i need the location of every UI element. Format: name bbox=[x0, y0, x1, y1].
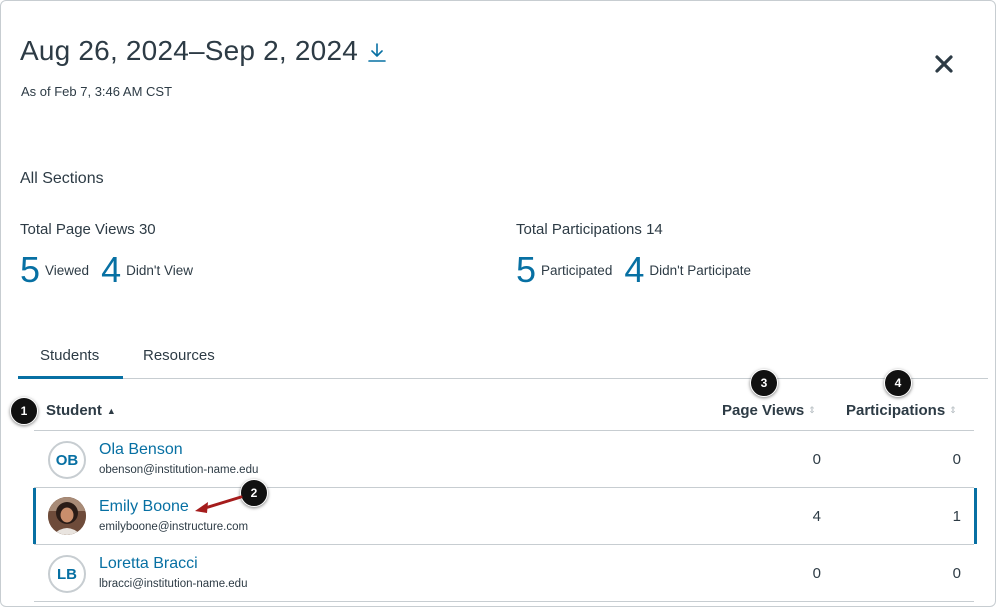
page-views-value: 0 bbox=[812, 565, 821, 582]
viewed-label: Viewed bbox=[45, 262, 90, 278]
page-views-header-label: Page Views bbox=[722, 402, 805, 419]
participated-count: 5 bbox=[516, 249, 537, 290]
table-row[interactable]: Emily Boone emilyboone@instructure.com 4… bbox=[33, 488, 977, 544]
participations-value: 0 bbox=[952, 565, 961, 582]
not-viewed-count: 4 bbox=[101, 249, 122, 290]
student-name-link[interactable]: Loretta Bracci bbox=[99, 555, 198, 573]
student-email: lbracci@institution-name.edu bbox=[99, 578, 248, 590]
participations-value: 1 bbox=[952, 508, 961, 525]
tab-students[interactable]: Students bbox=[40, 347, 99, 364]
avatar bbox=[48, 497, 86, 535]
viewed-count: 5 bbox=[20, 249, 41, 290]
total-participations: Total Participations 14 bbox=[516, 221, 663, 238]
sort-ascending-icon: ▲ bbox=[106, 405, 116, 416]
participations-summary: 5 Participated 4 Didn't Participate bbox=[516, 249, 751, 291]
row-highlight-left bbox=[33, 488, 36, 544]
participated-label: Participated bbox=[541, 262, 613, 278]
participations-column-header[interactable]: Participations ⇕ bbox=[846, 402, 957, 419]
callout-badge-4: 4 bbox=[884, 369, 912, 397]
section-filter-label: All Sections bbox=[20, 170, 104, 187]
student-column-header[interactable]: Student ▲ bbox=[46, 402, 116, 419]
student-email: obenson@institution-name.edu bbox=[99, 464, 259, 476]
not-participated-label: Didn't Participate bbox=[649, 262, 751, 278]
avatar: OB bbox=[48, 441, 86, 479]
row-highlight-right bbox=[974, 488, 977, 544]
student-analytics-dialog: Aug 26, 2024–Sep 2, 2024 As of Feb 7, 3:… bbox=[0, 0, 996, 607]
table-row[interactable]: OB Ola Benson obenson@institution-name.e… bbox=[34, 431, 974, 487]
row-divider bbox=[34, 601, 974, 602]
not-participated-count: 4 bbox=[624, 249, 645, 290]
avatar: LB bbox=[48, 555, 86, 593]
total-page-views: Total Page Views 30 bbox=[20, 221, 156, 238]
tab-resources[interactable]: Resources bbox=[143, 347, 215, 364]
page-views-value: 0 bbox=[812, 451, 821, 468]
tabs-divider bbox=[18, 378, 988, 379]
page-views-summary: 5 Viewed 4 Didn't View bbox=[20, 249, 193, 291]
callout-badge-3: 3 bbox=[750, 369, 778, 397]
page-views-value: 4 bbox=[812, 508, 821, 525]
as-of-timestamp: As of Feb 7, 3:46 AM CST bbox=[21, 84, 173, 99]
student-name-link[interactable]: Emily Boone bbox=[99, 498, 189, 516]
not-viewed-label: Didn't View bbox=[126, 262, 193, 278]
student-name-link[interactable]: Ola Benson bbox=[99, 441, 183, 459]
active-tab-indicator bbox=[18, 376, 123, 379]
download-icon[interactable] bbox=[365, 41, 389, 65]
sort-icon: ⇕ bbox=[808, 405, 816, 415]
participations-value: 0 bbox=[952, 451, 961, 468]
close-icon[interactable] bbox=[931, 51, 957, 77]
participations-header-label: Participations bbox=[846, 402, 946, 419]
table-row[interactable]: LB Loretta Bracci lbracci@institution-na… bbox=[34, 545, 974, 601]
callout-arrow-icon bbox=[195, 495, 243, 513]
page-views-column-header[interactable]: Page Views ⇕ bbox=[722, 402, 816, 419]
sort-icon: ⇕ bbox=[949, 405, 957, 415]
student-header-label: Student bbox=[46, 402, 102, 419]
student-email: emilyboone@instructure.com bbox=[99, 521, 249, 533]
callout-badge-1: 1 bbox=[10, 397, 38, 425]
page-title: Aug 26, 2024–Sep 2, 2024 bbox=[20, 35, 358, 66]
